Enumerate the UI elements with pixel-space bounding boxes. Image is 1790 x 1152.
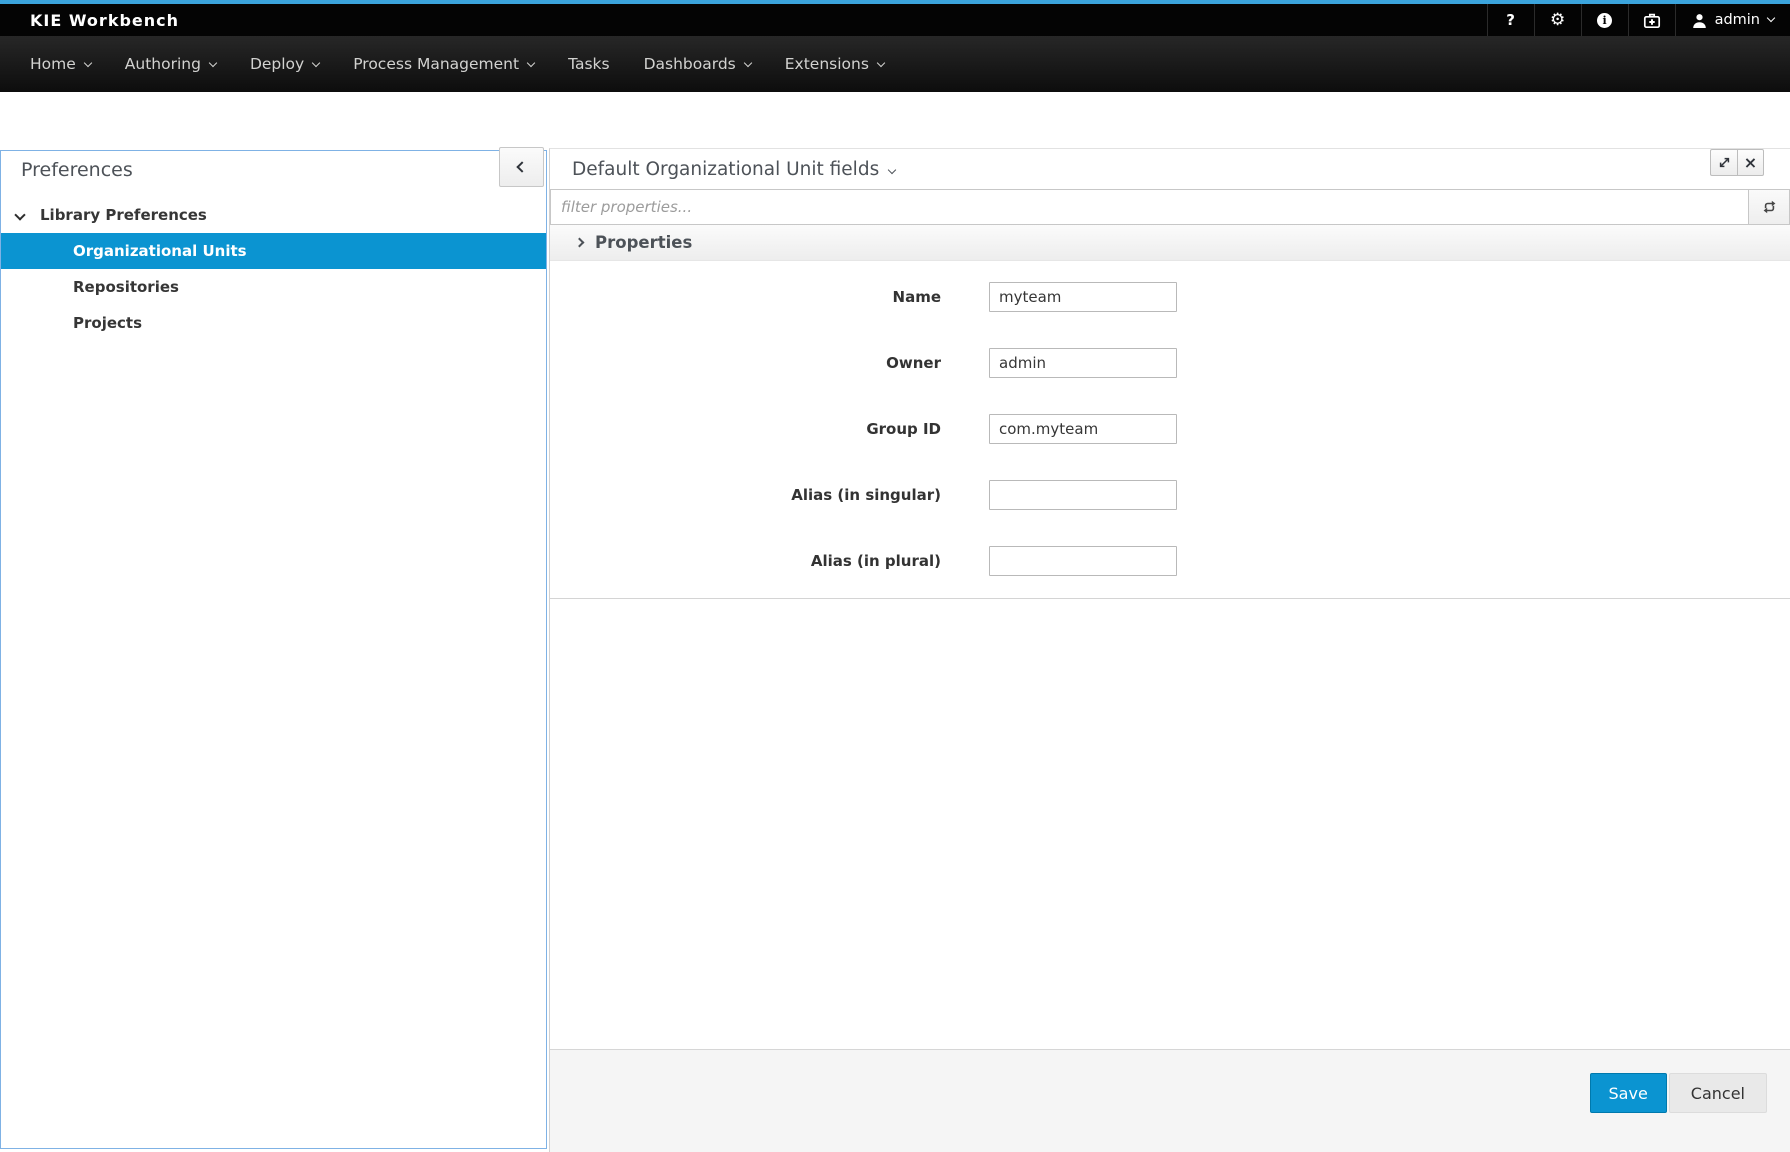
chevron-down-icon xyxy=(84,59,92,67)
chevron-down-icon xyxy=(877,59,885,67)
expand-icon xyxy=(1718,156,1731,169)
footer-actions: Save Cancel xyxy=(1590,1073,1767,1113)
editor-footer: Save Cancel xyxy=(550,1049,1790,1152)
chevron-down-icon xyxy=(312,59,320,67)
help-button[interactable]: ? xyxy=(1487,4,1534,36)
nav-item-extensions[interactable]: Extensions xyxy=(768,36,901,92)
user-name: admin xyxy=(1715,12,1760,28)
tree-item-label: Library Preferences xyxy=(40,206,207,224)
reset-filter-button[interactable] xyxy=(1748,189,1790,225)
tree-item-label: Projects xyxy=(73,314,142,332)
preferences-tree: Library Preferences Organizational Units… xyxy=(1,197,546,341)
editor-title: Default Organizational Unit fields xyxy=(572,159,879,180)
organizational-unit-fields-panel: Default Organizational Unit fields × xyxy=(549,148,1790,1152)
cancel-button[interactable]: Cancel xyxy=(1669,1073,1767,1113)
panel-window-buttons: × xyxy=(1710,149,1764,176)
tree-item-label: Organizational Units xyxy=(73,242,247,260)
editor-header: Default Organizational Unit fields × xyxy=(550,149,1790,189)
group-id-label: Group ID xyxy=(550,420,941,438)
masthead: KIE Workbench ? ⚙ i xyxy=(0,0,1790,36)
alias-plural-field[interactable] xyxy=(989,546,1177,576)
close-icon: × xyxy=(1744,155,1757,171)
about-button[interactable]: i xyxy=(1581,4,1628,36)
collapse-panel-button[interactable] xyxy=(499,147,544,187)
chevron-right-icon xyxy=(575,238,585,248)
user-menu[interactable]: admin xyxy=(1675,4,1790,36)
help-icon: ? xyxy=(1506,11,1515,29)
group-id-field[interactable] xyxy=(989,414,1177,444)
chevron-down-icon xyxy=(527,59,535,67)
nav-label: Home xyxy=(30,55,76,73)
tree-item-repositories[interactable]: Repositories xyxy=(1,269,546,305)
properties-section-label: Properties xyxy=(595,233,692,252)
nav-item-dashboards[interactable]: Dashboards xyxy=(627,36,768,92)
info-icon: i xyxy=(1597,13,1612,28)
nav-item-deploy[interactable]: Deploy xyxy=(233,36,336,92)
gear-icon: ⚙ xyxy=(1550,10,1565,30)
panel-title: Preferences xyxy=(21,159,133,181)
main-menu-bar: Home Authoring Deploy Process Management… xyxy=(0,36,1790,92)
nav-label: Process Management xyxy=(353,55,519,73)
app-logo: KIE Workbench xyxy=(0,4,179,36)
nav-label: Tasks xyxy=(568,55,610,73)
preferences-panel: Preferences Library Preferences Organiza… xyxy=(0,150,547,1149)
filter-properties-input[interactable] xyxy=(550,189,1748,225)
nav-label: Deploy xyxy=(250,55,304,73)
chevron-down-icon xyxy=(744,59,752,67)
preferences-panel-header: Preferences xyxy=(1,151,546,195)
owner-field[interactable] xyxy=(989,348,1177,378)
nav-item-tasks[interactable]: Tasks xyxy=(551,36,627,92)
name-label: Name xyxy=(550,288,941,306)
maximize-panel-button[interactable] xyxy=(1710,149,1737,176)
close-panel-button[interactable]: × xyxy=(1737,149,1764,176)
chevron-left-icon xyxy=(516,161,527,172)
form-row-group-id: Group ID xyxy=(550,414,1790,444)
form-row-name: Name xyxy=(550,282,1790,312)
name-field[interactable] xyxy=(989,282,1177,312)
properties-section-toggle[interactable]: Properties xyxy=(550,225,1790,261)
medkit-icon xyxy=(1643,12,1661,29)
nav-label: Authoring xyxy=(125,55,201,73)
nav-item-process-management[interactable]: Process Management xyxy=(336,36,551,92)
tree-item-label: Repositories xyxy=(73,278,179,296)
caret-down-icon xyxy=(1767,14,1775,22)
filter-bar xyxy=(550,189,1790,225)
alias-singular-field[interactable] xyxy=(989,480,1177,510)
form-row-owner: Owner xyxy=(550,348,1790,378)
form-row-alias-plural: Alias (in plural) xyxy=(550,546,1790,576)
properties-form: Name Owner Group ID Alias (in singular) … xyxy=(550,261,1790,599)
form-row-alias-singular: Alias (in singular) xyxy=(550,480,1790,510)
alias-plural-label: Alias (in plural) xyxy=(550,552,941,570)
chevron-down-icon xyxy=(888,166,896,174)
chevron-down-icon[interactable] xyxy=(14,209,25,220)
apps-button[interactable] xyxy=(1628,4,1675,36)
alias-singular-label: Alias (in singular) xyxy=(550,486,941,504)
user-icon xyxy=(1692,13,1707,28)
repeat-icon xyxy=(1762,200,1777,214)
nav-label: Dashboards xyxy=(644,55,736,73)
tree-item-library-preferences[interactable]: Library Preferences xyxy=(1,197,546,233)
editor-title-dropdown[interactable]: Default Organizational Unit fields xyxy=(572,159,895,180)
nav-item-authoring[interactable]: Authoring xyxy=(108,36,233,92)
owner-label: Owner xyxy=(550,354,941,372)
masthead-utilities: ? ⚙ i admin xyxy=(1487,4,1790,36)
save-button[interactable]: Save xyxy=(1590,1073,1667,1113)
chevron-down-icon xyxy=(209,59,217,67)
tree-item-projects[interactable]: Projects xyxy=(1,305,546,341)
nav-item-home[interactable]: Home xyxy=(13,36,108,92)
nav-label: Extensions xyxy=(785,55,869,73)
tree-item-organizational-units[interactable]: Organizational Units xyxy=(1,233,546,269)
settings-button[interactable]: ⚙ xyxy=(1534,4,1581,36)
